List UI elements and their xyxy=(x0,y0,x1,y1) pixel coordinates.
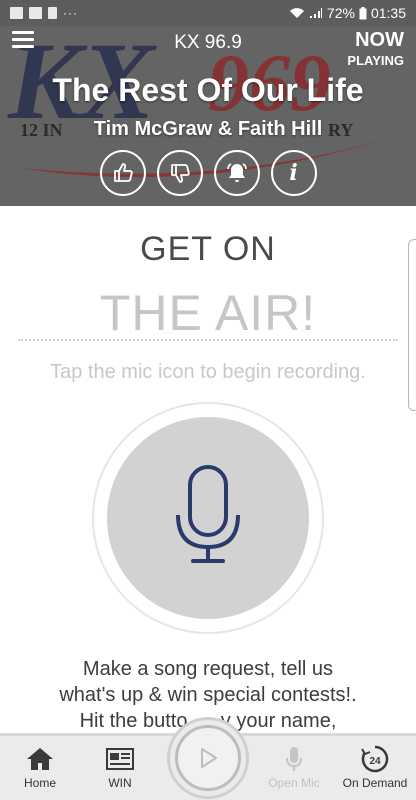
info-icon: i xyxy=(289,160,298,186)
status-bar: ··· 72% 01:35 xyxy=(0,0,416,26)
page-title-line1: GET ON xyxy=(140,230,276,268)
record-button[interactable] xyxy=(92,402,324,634)
artist-name: Tim McGraw & Faith Hill xyxy=(93,118,323,140)
nav-open-mic[interactable]: Open Mic xyxy=(254,742,334,790)
info-button[interactable]: i xyxy=(270,150,317,196)
play-button[interactable] xyxy=(167,717,249,799)
mail-notification-icon xyxy=(29,7,42,19)
more-notifications-icon: ··· xyxy=(63,6,78,20)
thumbs-up-icon xyxy=(113,163,133,182)
nav-home[interactable]: Home xyxy=(0,742,80,790)
dotted-divider xyxy=(18,339,398,341)
svg-text:24: 24 xyxy=(369,756,381,767)
wifi-icon xyxy=(289,8,304,18)
clock: 01:35 xyxy=(370,5,406,21)
nav-on-demand[interactable]: 24 On Demand xyxy=(335,742,415,790)
battery-icon xyxy=(359,6,367,19)
person-notification-icon xyxy=(48,7,57,19)
thumbs-down-button[interactable] xyxy=(156,150,203,196)
nav-win[interactable]: WIN xyxy=(80,742,160,790)
page-title-line2: THE AIR! xyxy=(99,285,317,341)
now-playing-label: NOW PLAYING xyxy=(347,29,404,68)
battery-percent: 72% xyxy=(326,5,355,21)
alarm-button[interactable] xyxy=(213,150,260,196)
on-demand-24-icon: 24 xyxy=(361,745,389,773)
bell-alert-icon xyxy=(226,163,247,182)
open-mic-panel: GET ON THE AIR! Tap the mic icon to begi… xyxy=(0,206,416,733)
microphone-icon xyxy=(286,747,302,771)
play-icon xyxy=(201,748,217,768)
gallery-notification-icon xyxy=(10,7,23,19)
newspaper-icon xyxy=(106,748,134,770)
side-drawer-handle[interactable] xyxy=(408,239,416,411)
home-icon xyxy=(27,748,53,770)
now-playing-header: KX 969 12 IN RY KX 96.9 NOW PLAYING The … xyxy=(0,0,416,206)
microphone-icon xyxy=(176,465,240,563)
thumbs-down-icon xyxy=(170,164,190,183)
song-title: The Rest Of Our Life xyxy=(52,72,364,108)
thumbs-up-button[interactable] xyxy=(99,150,146,196)
record-hint: Tap the mic icon to begin recording. xyxy=(50,361,366,383)
signal-icon xyxy=(309,8,322,18)
song-actions: i xyxy=(0,150,416,196)
